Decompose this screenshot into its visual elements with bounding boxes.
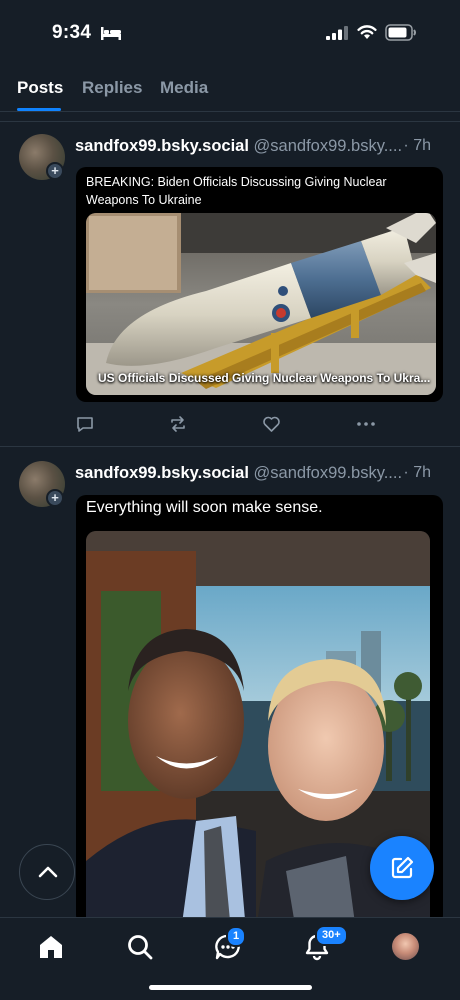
home-indicator <box>149 985 312 990</box>
more-options-icon[interactable] <box>356 415 376 433</box>
post-time: · 7h <box>403 137 431 154</box>
tab-media[interactable]: Media <box>160 78 208 98</box>
notifications-badge: 30+ <box>315 925 348 946</box>
signal-icon <box>326 26 348 40</box>
bed-icon <box>101 27 121 40</box>
post[interactable]: + sandfox99.bsky.social @sandfox99.bsky.… <box>0 122 460 446</box>
follow-plus-icon[interactable]: + <box>46 162 64 180</box>
search-icon[interactable] <box>125 932 155 962</box>
reply-icon[interactable] <box>76 415 94 433</box>
chat-badge: 1 <box>226 926 247 947</box>
tab-posts[interactable]: Posts <box>17 78 63 98</box>
profile-tabs: Posts Replies Media <box>0 64 460 112</box>
missile-image[interactable]: US Officials Discussed Giving Nuclear We… <box>86 213 436 395</box>
status-time: 9:34 <box>52 22 92 43</box>
compose-icon <box>391 856 414 879</box>
post-time: · 7h <box>403 464 431 481</box>
handle[interactable]: @sandfox99.bsky.... <box>254 137 403 155</box>
link-card[interactable]: BREAKING: Biden Officials Discussing Giv… <box>76 167 443 402</box>
follow-plus-icon[interactable]: + <box>46 489 64 507</box>
scroll-to-top-button[interactable] <box>19 844 75 900</box>
missile-illustration <box>86 213 436 395</box>
repost-icon[interactable] <box>169 415 187 433</box>
battery-icon <box>385 24 416 41</box>
display-name[interactable]: sandfox99.bsky.social <box>75 464 249 482</box>
post-header: sandfox99.bsky.social @sandfox99.bsky...… <box>75 464 447 483</box>
compose-button[interactable] <box>370 836 434 900</box>
home-icon[interactable] <box>36 932 66 962</box>
tab-replies[interactable]: Replies <box>82 78 142 98</box>
handle[interactable]: @sandfox99.bsky.... <box>254 464 403 482</box>
wifi-icon <box>357 25 377 39</box>
post-header: sandfox99.bsky.social @sandfox99.bsky...… <box>75 137 447 156</box>
status-bar: 9:34 <box>0 0 460 64</box>
active-tab-indicator <box>17 108 61 111</box>
meme-text: Everything will soon make sense. <box>86 499 323 516</box>
image-caption: US Officials Discussed Giving Nuclear We… <box>98 371 431 385</box>
chevron-up-icon <box>38 866 58 878</box>
like-icon[interactable] <box>262 415 281 433</box>
display-name[interactable]: sandfox99.bsky.social <box>75 137 249 155</box>
post-actions <box>76 415 376 435</box>
card-headline: BREAKING: Biden Officials Discussing Giv… <box>86 175 387 207</box>
profile-avatar[interactable] <box>392 933 419 960</box>
